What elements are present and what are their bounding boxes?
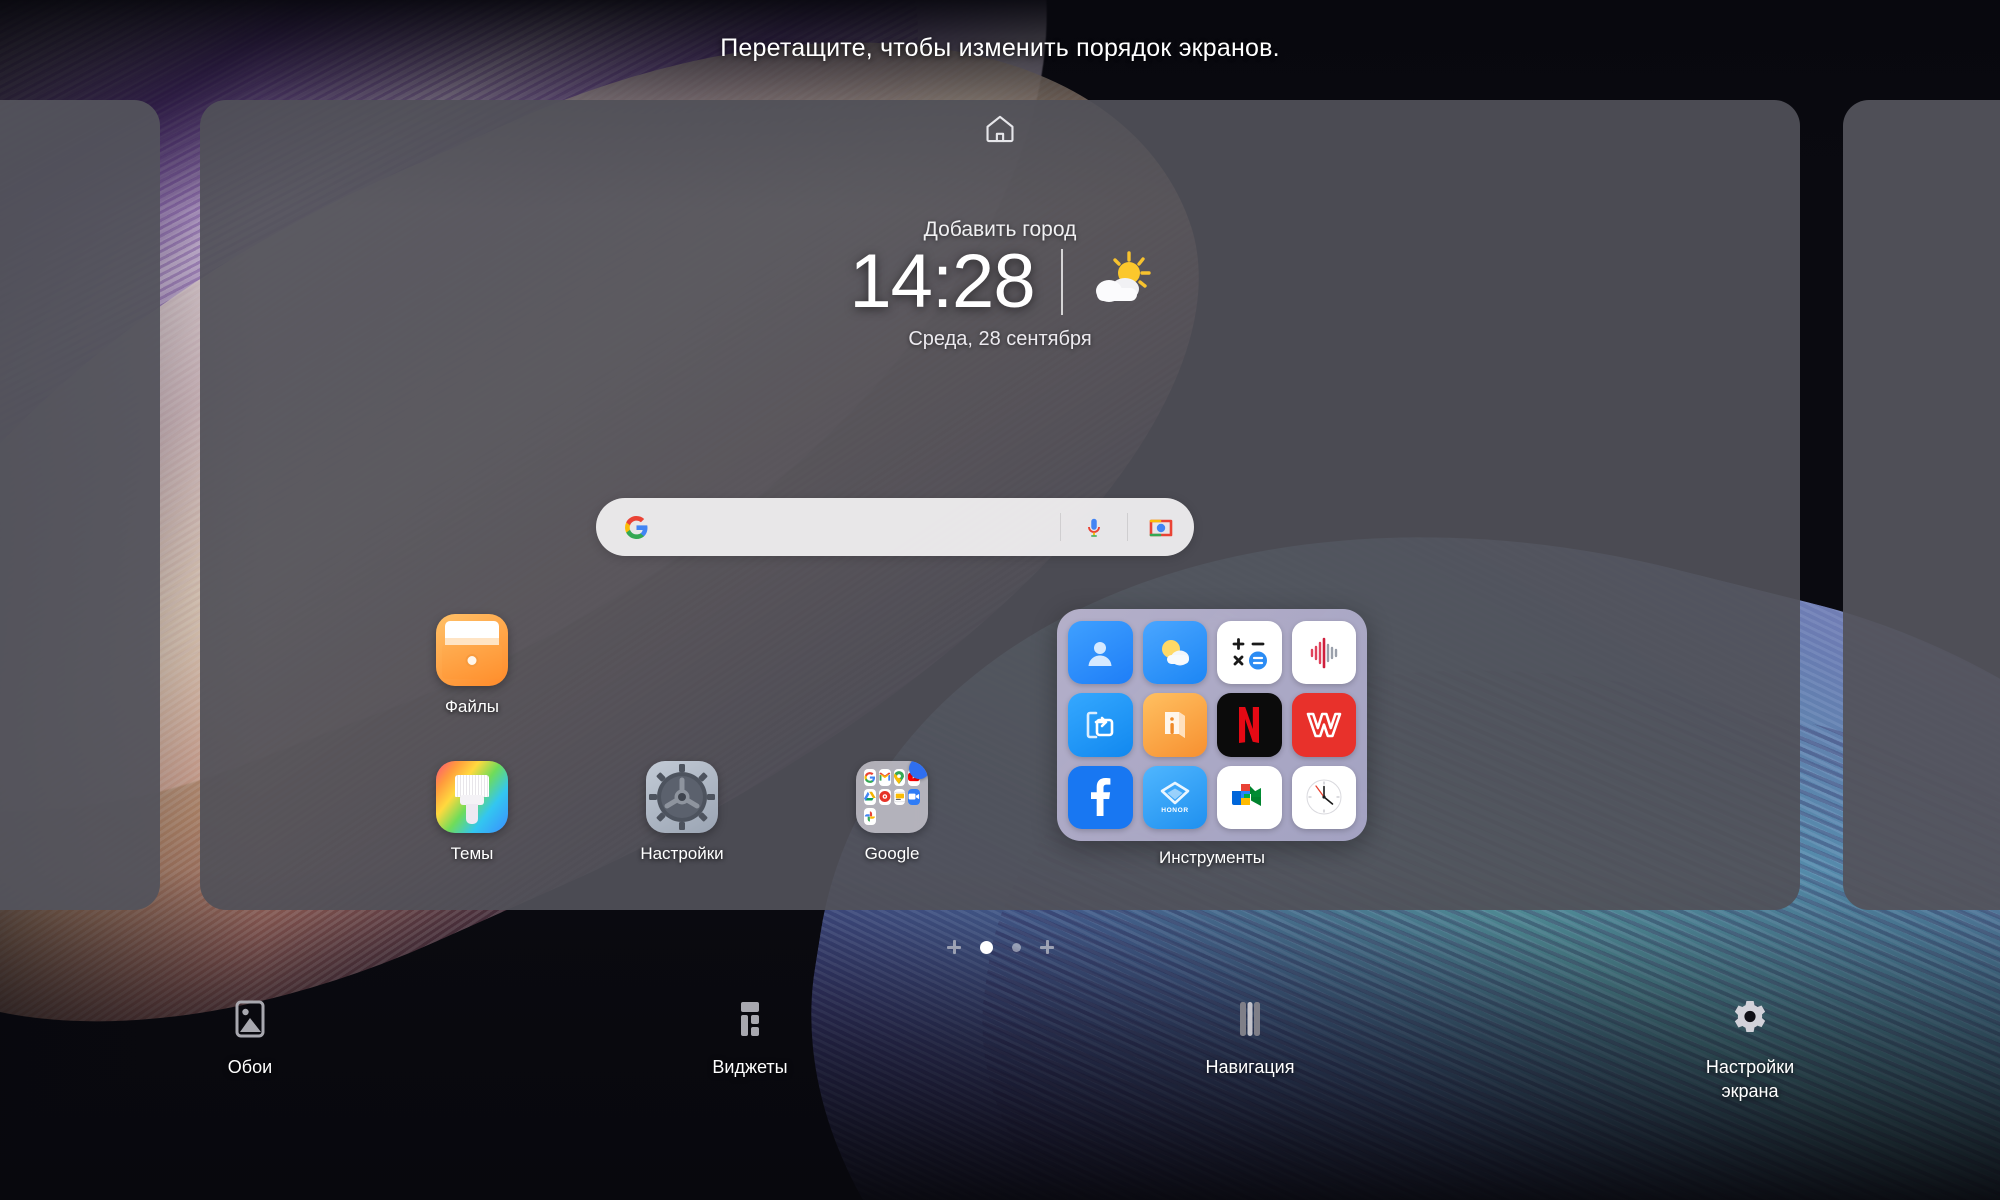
settings-gear-icon — [646, 761, 718, 833]
gear-icon — [1729, 996, 1771, 1042]
image-icon — [229, 996, 271, 1042]
netflix-icon[interactable] — [1217, 693, 1282, 757]
files-icon — [436, 614, 508, 686]
app-icon-settings[interactable]: Настройки — [620, 761, 744, 864]
toolbar-button-widgets[interactable]: Виджеты — [500, 950, 1000, 1080]
mini-icon-photos-red — [878, 788, 891, 806]
google-g-icon — [624, 515, 649, 540]
recorder-icon[interactable] — [1291, 621, 1356, 685]
reorder-hint-bar: Перетащите, чтобы изменить порядок экран… — [0, 0, 2000, 96]
previous-screen-card[interactable] — [0, 100, 160, 910]
honor-icon[interactable]: HONOR — [1142, 765, 1207, 829]
facebook-icon[interactable] — [1068, 765, 1133, 829]
calculator-icon[interactable] — [1217, 621, 1282, 685]
toolbar-button-navigation[interactable]: Навигация — [1000, 950, 1500, 1080]
clock-icon[interactable] — [1291, 765, 1356, 829]
google-meet-icon[interactable] — [1217, 765, 1282, 829]
app-icon-files[interactable]: Файлы — [410, 614, 534, 717]
search-input[interactable] — [649, 498, 1060, 556]
navigation-columns-icon — [1229, 996, 1271, 1042]
tips-icon[interactable] — [1142, 693, 1207, 757]
card-wallpaper-overlay — [1843, 100, 2000, 910]
bottom-toolbar: Обои Виджеты Навигация Настройки экрана — [0, 950, 2000, 1200]
app-label-settings: Настройки — [640, 844, 724, 863]
next-screen-card[interactable] — [1843, 100, 2000, 910]
card-wallpaper-overlay — [0, 100, 160, 910]
mini-icon-google — [864, 769, 876, 786]
reorder-hint-text: Перетащите, чтобы изменить порядок экран… — [720, 33, 1280, 62]
google-search-bar[interactable] — [596, 498, 1194, 556]
app-folder-google[interactable]: Google — [830, 761, 954, 864]
toolbar-label-widgets: Виджеты — [712, 1057, 788, 1077]
wps-office-icon[interactable] — [1291, 693, 1356, 757]
mini-icon-gmail — [878, 769, 891, 786]
toolbar-button-screen-settings[interactable]: Настройки экрана — [1500, 950, 2000, 1104]
mini-icon-meet — [908, 788, 920, 806]
mini-icon-keep — [893, 788, 906, 806]
google-folder-icon — [856, 761, 928, 833]
toolbar-label-screen-settings: Настройки экрана — [1705, 1057, 1795, 1101]
app-label-files: Файлы — [444, 697, 499, 716]
google-lens-camera-icon[interactable] — [1128, 498, 1194, 556]
notification-badge — [909, 761, 928, 779]
app-label-themes: Темы — [450, 844, 494, 863]
contacts-icon[interactable] — [1068, 621, 1133, 685]
toolbar-label-wallpaper: Обои — [227, 1057, 273, 1077]
widgets-grid-icon — [729, 996, 771, 1042]
mini-icon-drive — [864, 788, 876, 806]
mini-icon-google-photos — [864, 808, 876, 825]
microphone-icon[interactable] — [1061, 498, 1127, 556]
folder-label-tools: Инструменты — [1158, 848, 1265, 867]
weather-icon[interactable] — [1142, 621, 1207, 685]
app-icon-themes[interactable]: Темы — [410, 761, 534, 864]
phone-clone-icon[interactable] — [1068, 693, 1133, 757]
expanded-folder-tools[interactable]: HONOR — [1057, 609, 1367, 841]
app-label-google: Google — [864, 844, 920, 863]
svg-text:HONOR: HONOR — [1161, 807, 1189, 814]
themes-brush-icon — [436, 761, 508, 833]
mini-icon-maps — [893, 769, 906, 786]
home-icon[interactable] — [983, 112, 1017, 146]
toolbar-button-wallpaper[interactable]: Обои — [0, 950, 500, 1080]
toolbar-label-navigation: Навигация — [1205, 1057, 1295, 1077]
